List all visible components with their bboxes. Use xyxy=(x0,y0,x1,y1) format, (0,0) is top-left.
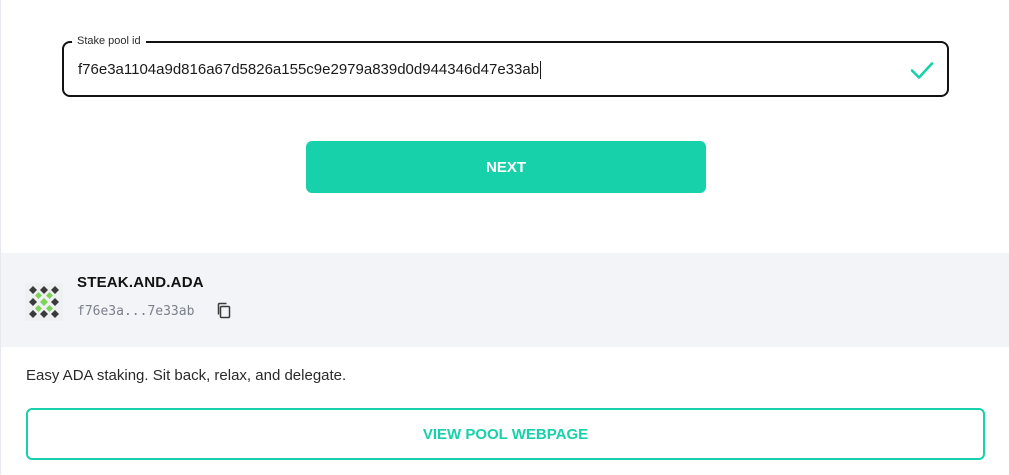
left-divider xyxy=(0,0,1,475)
pool-name: STEAK.AND.ADA xyxy=(77,274,204,291)
copy-icon[interactable] xyxy=(216,302,232,320)
stake-pool-id-field[interactable]: Stake pool id f76e3a1104a9d816a67d5826a1… xyxy=(62,34,949,97)
pool-description: Easy ADA staking. Sit back, relax, and d… xyxy=(26,367,347,384)
stake-pool-id-label: Stake pool id xyxy=(72,34,146,48)
pool-header: STEAK.AND.ADA f76e3a...7e33ab xyxy=(1,253,1009,347)
check-icon xyxy=(910,62,934,79)
stake-pool-id-input[interactable]: f76e3a1104a9d816a67d5826a155c9e2979a839d… xyxy=(78,59,898,81)
pool-logo-icon xyxy=(25,283,63,321)
next-button[interactable]: NEXT xyxy=(306,141,706,193)
delegation-page: Stake pool id f76e3a1104a9d816a67d5826a1… xyxy=(0,0,1009,475)
text-caret xyxy=(540,61,542,79)
view-pool-webpage-button[interactable]: VIEW POOL WEBPAGE xyxy=(26,408,985,460)
stake-pool-id-value: f76e3a1104a9d816a67d5826a155c9e2979a839d… xyxy=(78,61,540,78)
pool-id: f76e3a...7e33ab xyxy=(77,304,195,319)
